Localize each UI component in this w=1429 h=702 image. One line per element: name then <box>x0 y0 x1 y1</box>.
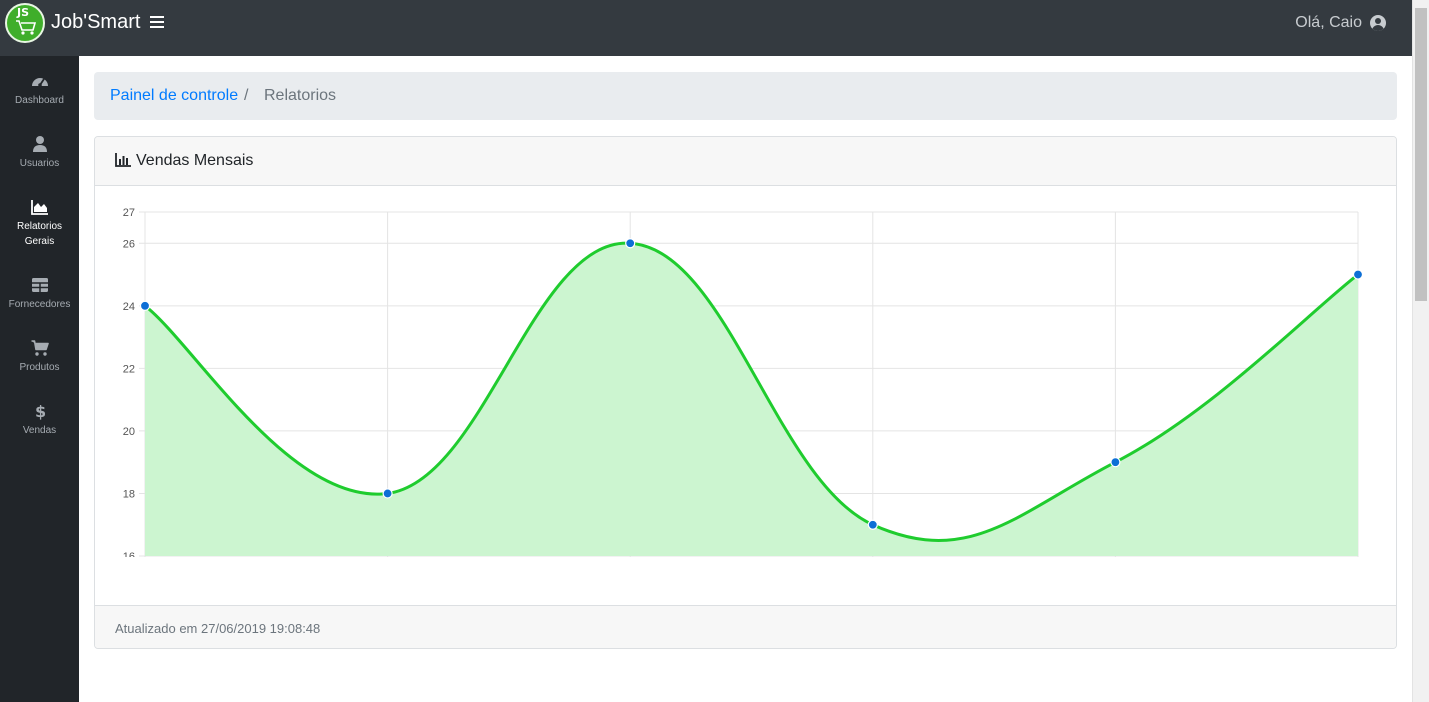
user-greeting[interactable]: Olá, Caio <box>1295 14 1362 32</box>
data-point <box>139 300 151 311</box>
y-tick-label: 20 <box>123 426 135 438</box>
data-point <box>1110 457 1121 468</box>
brand-name[interactable]: Job'Smart <box>51 11 140 34</box>
scrollbar-thumb[interactable] <box>1415 8 1427 301</box>
sales-card: Vendas Mensais 16182022242627JaneiroFeve… <box>94 136 1397 649</box>
card-footer: Atualizado em 27/06/2019 19:08:48 <box>95 605 1396 648</box>
sidebar-item-label: Relatorios Gerais <box>16 221 63 247</box>
sidebar-item-label: Vendas <box>22 425 57 436</box>
data-point <box>382 488 393 499</box>
sidebar-item-label: Produtos <box>19 362 60 373</box>
breadcrumb-home-link[interactable]: Painel de controle <box>110 87 238 105</box>
shopping-cart-icon <box>31 339 49 357</box>
brand-logo[interactable]: JS <box>5 3 45 43</box>
sidebar-item-label: Dashboard <box>15 95 64 106</box>
monthly-sales-chart: 16182022242627JaneiroFeveiroMarçoAbrilMa… <box>123 207 1364 557</box>
table-icon <box>31 276 49 294</box>
data-point <box>1352 269 1364 280</box>
breadcrumb-separator: / <box>244 87 249 104</box>
area-chart-icon <box>30 198 49 216</box>
user-icon <box>31 135 49 153</box>
last-updated-text: Atualizado em 27/06/2019 19:08:48 <box>115 621 321 636</box>
user-circle-icon[interactable] <box>1370 15 1386 31</box>
y-tick-label: 26 <box>123 238 135 250</box>
data-point <box>867 519 878 530</box>
sidebar-item-fornecedores[interactable]: Fornecedores <box>0 276 79 312</box>
sidebar-item-vendas[interactable]: $ Vendas <box>0 402 79 438</box>
sidebar-item-label: Usuarios <box>19 158 60 169</box>
tachometer-icon <box>31 72 49 90</box>
y-tick-label: 27 <box>123 207 135 219</box>
y-tick-label: 24 <box>123 301 135 313</box>
y-tick-label: 18 <box>123 488 135 500</box>
data-point <box>625 238 636 249</box>
sidebar-item-produtos[interactable]: Produtos <box>0 339 79 375</box>
sidebar-item-label: Fornecedores <box>8 299 71 310</box>
menu-toggle-icon[interactable] <box>150 16 164 30</box>
svg-text:$: $ <box>35 402 46 420</box>
y-tick-label: 16 <box>123 551 135 557</box>
sidebar-item-usuarios[interactable]: Usuarios <box>0 135 79 171</box>
y-tick-label: 22 <box>123 363 135 375</box>
sidebar: Dashboard Usuarios Relatorios Gerais For… <box>0 56 79 702</box>
top-navbar: JS Job'Smart Olá, Caio <box>0 0 1412 56</box>
page-scrollbar[interactable] <box>1412 0 1429 702</box>
cart-logo-icon <box>16 20 37 35</box>
breadcrumb-current: Relatorios <box>264 87 337 104</box>
dollar-icon: $ <box>31 402 49 421</box>
series-area <box>145 243 1358 556</box>
breadcrumb: Painel de controle / Relatorios <box>94 72 1397 120</box>
sidebar-item-dashboard[interactable]: Dashboard <box>0 72 79 108</box>
sidebar-item-relatorios-gerais[interactable]: Relatorios Gerais <box>0 198 79 249</box>
